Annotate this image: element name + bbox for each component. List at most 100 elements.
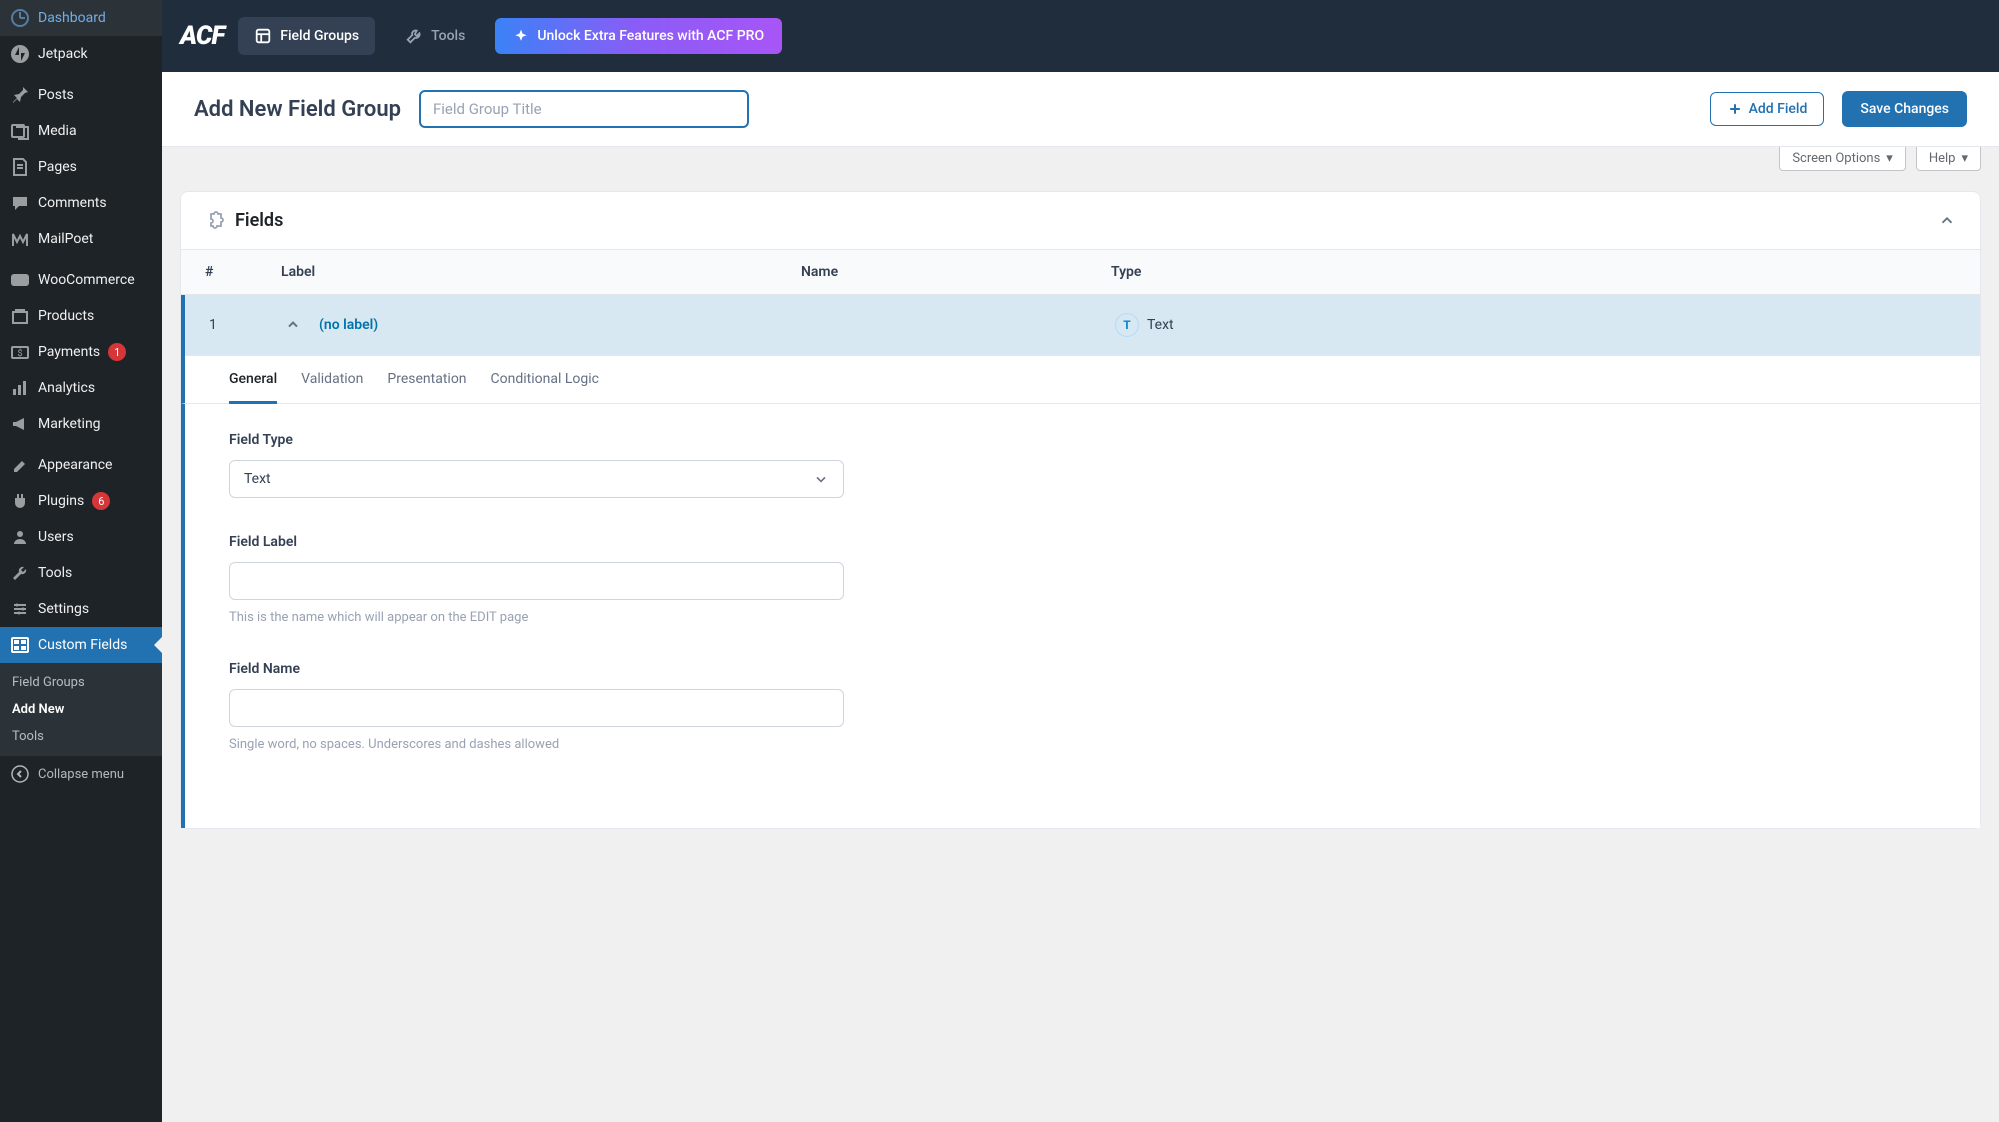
sidebar-item-pages[interactable]: Pages [0,149,162,185]
plus-icon [1727,101,1743,117]
page-header: Add New Field Group Add Field Save Chang… [162,72,1999,147]
pin-icon [10,85,30,105]
screen-options-toggle[interactable]: Screen Options ▾ [1779,147,1906,171]
sidebar-item-dashboard[interactable]: Dashboard [0,0,162,36]
sidebar-item-label: Comments [38,195,107,211]
payments-badge: 1 [108,343,126,361]
field-row[interactable]: 1 (no label) T Text [181,295,1980,355]
settings-icon [10,599,30,619]
sidebar-submenu: Field Groups Add New Tools [0,663,162,756]
sidebar-item-label: Marketing [38,416,101,432]
mailpoet-icon [10,229,30,249]
sidebar-item-settings[interactable]: Settings [0,591,162,627]
sidebar-item-media[interactable]: Media [0,113,162,149]
topbar-tools[interactable]: Tools [389,17,481,55]
sidebar-item-appearance[interactable]: Appearance [0,447,162,483]
panel-collapse-toggle[interactable] [1938,212,1956,230]
sidebar-item-mailpoet[interactable]: MailPoet [0,221,162,257]
sidebar-item-comments[interactable]: Comments [0,185,162,221]
comments-icon [10,193,30,213]
dashboard-icon [10,8,30,28]
field-settings: Field Type Text Field Label This is the … [181,404,1980,828]
tab-conditional-logic[interactable]: Conditional Logic [491,355,599,403]
field-name-help: Single word, no spaces. Underscores and … [229,737,844,752]
field-label-link[interactable]: (no label) [319,317,378,333]
add-field-button[interactable]: Add Field [1710,92,1825,126]
sidebar-item-label: Appearance [38,457,112,473]
svg-text:$: $ [17,348,22,359]
sidebar-sub-field-groups[interactable]: Field Groups [0,669,162,696]
jetpack-icon [10,44,30,64]
panel-header: Fields [181,192,1980,249]
layout-icon [254,27,272,45]
sidebar-item-label: MailPoet [38,231,93,247]
main-content: ACF Field Groups Tools Unlock Extra Feat… [162,0,1999,1122]
sidebar-item-analytics[interactable]: Analytics [0,370,162,406]
col-name: Name [801,264,1111,280]
users-icon [10,527,30,547]
caret-down-icon: ▾ [1886,151,1893,166]
plugins-badge: 6 [92,492,110,510]
field-toggle[interactable] [285,317,301,333]
media-icon [10,121,30,141]
caret-down-icon: ▾ [1961,151,1968,166]
wp-admin-sidebar: Dashboard Jetpack Posts Media Pages Comm… [0,0,162,1122]
field-group-title-input[interactable] [419,90,749,128]
field-type-text: Text [1147,317,1174,333]
woo-icon [10,270,30,290]
field-name-label: Field Name [229,661,844,677]
field-label-input[interactable] [229,562,844,600]
field-label-label: Field Label [229,534,844,550]
sidebar-item-posts[interactable]: Posts [0,77,162,113]
field-type-label: Field Type [229,432,844,448]
field-name-input[interactable] [229,689,844,727]
plugins-icon [10,491,30,511]
sidebar-item-label: Tools [38,565,72,581]
sidebar-item-label: Plugins [38,493,84,509]
custom-fields-icon [10,635,30,655]
sidebar-item-label: Payments [38,344,100,360]
help-toggle[interactable]: Help ▾ [1916,147,1981,171]
tab-presentation[interactable]: Presentation [387,355,466,403]
sidebar-item-label: Custom Fields [38,637,127,653]
sidebar-sub-tools[interactable]: Tools [0,723,162,750]
sidebar-item-plugins[interactable]: Plugins 6 [0,483,162,519]
sparkle-icon [513,28,529,44]
field-name-block: Field Name Single word, no spaces. Under… [229,661,844,752]
field-settings-tabs: General Validation Presentation Conditio… [181,355,1980,404]
wrench-icon [405,27,423,45]
field-label-help: This is the name which will appear on th… [229,610,844,625]
marketing-icon [10,414,30,434]
topbar-field-groups[interactable]: Field Groups [238,17,375,55]
sidebar-item-woocommerce[interactable]: WooCommerce [0,262,162,298]
tab-validation[interactable]: Validation [301,355,363,403]
sidebar-item-label: Pages [38,159,77,175]
field-type-block: Field Type Text [229,432,844,498]
sidebar-item-jetpack[interactable]: Jetpack [0,36,162,72]
col-order: # [205,264,281,280]
field-list-header: # Label Name Type [181,249,1980,295]
topbar-label: Tools [431,28,465,44]
sidebar-item-products[interactable]: Products [0,298,162,334]
save-changes-button[interactable]: Save Changes [1842,91,1967,127]
collapse-menu[interactable]: Collapse menu [0,756,162,792]
page-title: Add New Field Group [194,97,401,122]
sidebar-item-custom-fields[interactable]: Custom Fields [0,627,162,663]
sidebar-item-users[interactable]: Users [0,519,162,555]
topbar-unlock-pro[interactable]: Unlock Extra Features with ACF PRO [495,18,782,54]
field-type-cell: T Text [1115,313,1956,337]
topbar-label: Unlock Extra Features with ACF PRO [537,28,764,44]
button-label: Help [1929,151,1956,166]
sidebar-item-label: WooCommerce [38,272,135,288]
topbar-label: Field Groups [280,28,359,44]
field-type-select[interactable]: Text [229,460,844,498]
sidebar-item-label: Jetpack [38,46,88,62]
fields-panel: Fields # Label Name Type 1 (no label) T [180,191,1981,829]
sidebar-item-label: Analytics [38,380,95,396]
sidebar-sub-add-new[interactable]: Add New [0,696,162,723]
sidebar-item-tools[interactable]: Tools [0,555,162,591]
sidebar-item-payments[interactable]: $ Payments 1 [0,334,162,370]
tab-general[interactable]: General [229,355,277,403]
text-type-icon: T [1115,313,1139,337]
sidebar-item-marketing[interactable]: Marketing [0,406,162,442]
